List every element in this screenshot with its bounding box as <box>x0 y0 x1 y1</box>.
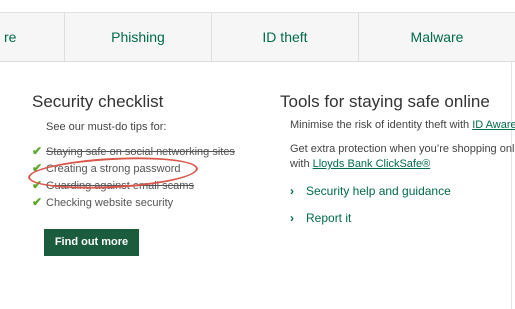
clicksafe-link[interactable]: Lloyds Bank ClickSafe® <box>313 158 431 170</box>
id-aware-link[interactable]: ID Aware <box>472 119 515 131</box>
tab-malware[interactable]: Malware <box>358 13 515 61</box>
list-item-label: Checking website security <box>46 197 174 209</box>
list-item-label: Staying safe on social networking sites <box>46 146 235 158</box>
checklist-intro: See our must-do tips for: <box>46 121 167 133</box>
tab-id-theft[interactable]: ID theft <box>211 13 358 61</box>
checkmark-icon: ✔ <box>32 195 43 209</box>
report-it-link[interactable]: › Report it <box>290 211 351 225</box>
security-checklist-title: Security checklist <box>32 92 164 111</box>
link-label: Report it <box>306 211 352 225</box>
tab-phishing[interactable]: Phishing <box>64 13 211 61</box>
find-out-more-button[interactable]: Find out more <box>44 229 139 256</box>
top-tab-bar: re Phishing ID theft Malware <box>0 12 515 62</box>
clicksafe-line-2: with Lloyds Bank ClickSafe® <box>290 158 430 170</box>
chevron-right-icon: › <box>290 184 294 198</box>
checkmark-icon: ✔ <box>32 144 43 158</box>
link-label: Security help and guidance <box>306 184 451 198</box>
list-item[interactable]: ✔ Checking website security <box>32 194 235 211</box>
tools-title: Tools for staying safe online <box>280 92 490 111</box>
id-aware-text: Minimise the risk of identity theft with <box>290 119 473 131</box>
security-help-link[interactable]: › Security help and guidance <box>290 184 451 198</box>
tab-partial[interactable]: re <box>4 13 64 61</box>
tab-label: Malware <box>410 29 464 45</box>
tab-label: re <box>4 29 17 45</box>
clicksafe-prefix: with <box>290 158 313 170</box>
chevron-right-icon: › <box>290 211 294 225</box>
clicksafe-line: Get extra protection when you’re shoppin… <box>290 143 515 155</box>
tab-label: Phishing <box>111 29 165 45</box>
tab-label: ID theft <box>262 29 308 45</box>
id-aware-line: Minimise the risk of identity theft with… <box>290 119 515 131</box>
